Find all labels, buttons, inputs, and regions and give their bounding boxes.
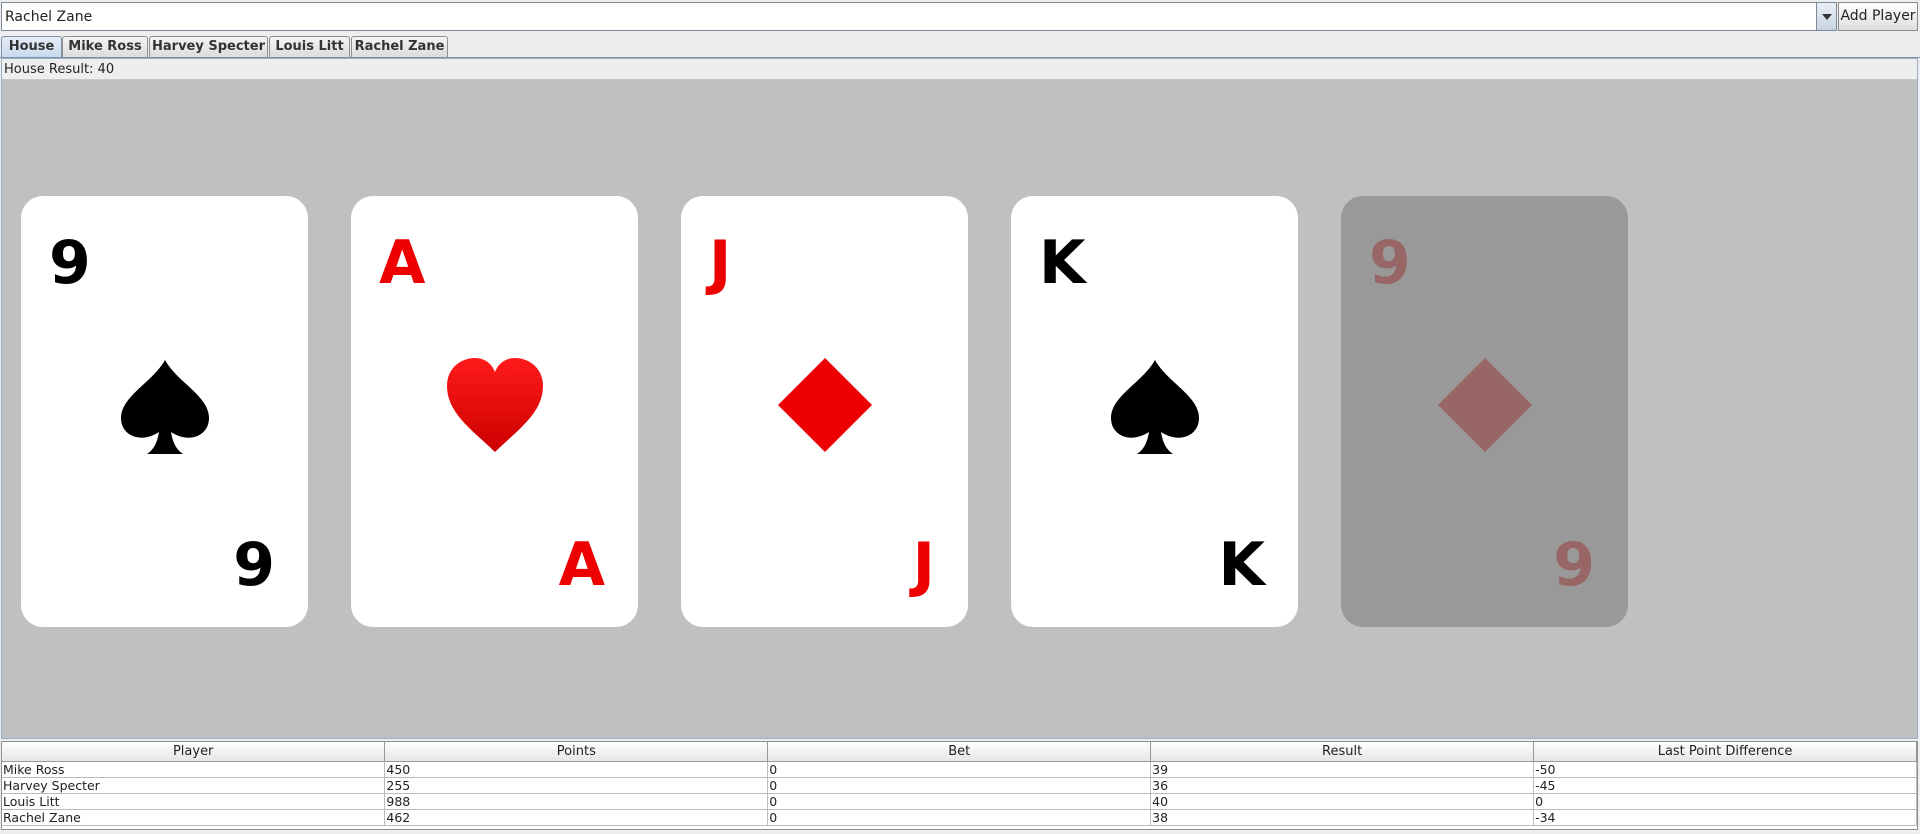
card-rank-bottom: 9	[233, 530, 275, 600]
column-header-player[interactable]: Player	[2, 742, 386, 762]
results-table: Player Points Bet Result Last Point Diff…	[1, 741, 1918, 830]
column-header-points[interactable]: Points	[384, 742, 769, 762]
card-rank-top: 9	[49, 228, 91, 298]
card-king-of-spades: K K	[1011, 196, 1298, 627]
player-select-value: Rachel Zane	[5, 9, 93, 25]
card-ace-of-hearts: A A	[351, 196, 638, 627]
tab-rachel-zane[interactable]: Rachel Zane	[351, 36, 448, 57]
table-row[interactable]: Louis Litt 988 0 40 0	[2, 793, 1917, 810]
cell-player[interactable]: Mike Ross	[2, 761, 386, 778]
house-panel: House Result: 40 9 9 A A J J K K 9 9	[1, 58, 1918, 739]
card-rank-bottom: J	[912, 530, 935, 600]
top-bar: Rachel Zane Add Player	[0, 0, 1920, 34]
tab-bar: House Mike Ross Harvey Specter Louis Lit…	[0, 36, 1920, 58]
table-header-row: Player Points Bet Result Last Point Diff…	[2, 742, 1917, 762]
add-player-button[interactable]: Add Player	[1838, 2, 1918, 31]
heart-icon	[447, 358, 543, 452]
cell-bet[interactable]: 0	[767, 761, 1152, 778]
cell-player[interactable]: Rachel Zane	[2, 809, 386, 826]
column-header-result[interactable]: Result	[1150, 742, 1535, 762]
tab-harvey-specter[interactable]: Harvey Specter	[149, 36, 268, 57]
house-result-bar: House Result: 40	[2, 59, 1917, 80]
cell-points[interactable]: 988	[384, 793, 769, 810]
card-rank-bottom: A	[558, 530, 605, 600]
table-row[interactable]: Rachel Zane 462 0 38 -34	[2, 809, 1917, 826]
cell-player[interactable]: Harvey Specter	[2, 777, 386, 794]
cell-result[interactable]: 38	[1150, 809, 1535, 826]
table-row[interactable]: Mike Ross 450 0 39 -50	[2, 761, 1917, 778]
cell-points[interactable]: 255	[384, 777, 769, 794]
cell-last-point-difference[interactable]: -50	[1533, 761, 1917, 778]
cell-player[interactable]: Louis Litt	[2, 793, 386, 810]
cell-bet[interactable]: 0	[767, 777, 1152, 794]
card-table: 9 9 A A J J K K 9 9	[2, 80, 1917, 738]
tab-mike-ross[interactable]: Mike Ross	[62, 36, 148, 57]
card-jack-of-diamonds: J J	[681, 196, 968, 627]
spade-icon	[121, 360, 209, 454]
cell-last-point-difference[interactable]: 0	[1533, 793, 1917, 810]
cell-bet[interactable]: 0	[767, 793, 1152, 810]
cell-result[interactable]: 36	[1150, 777, 1535, 794]
card-9-of-diamonds-dimmed: 9 9	[1341, 196, 1628, 627]
cell-last-point-difference[interactable]: -34	[1533, 809, 1917, 826]
card-rank-top: K	[1039, 228, 1086, 298]
column-header-last-point-difference[interactable]: Last Point Difference	[1533, 742, 1917, 762]
cell-bet[interactable]: 0	[767, 809, 1152, 826]
cell-points[interactable]: 450	[384, 761, 769, 778]
card-9-of-spades: 9 9	[21, 196, 308, 627]
card-rank-top: A	[379, 228, 426, 298]
chevron-down-icon[interactable]	[1816, 3, 1836, 30]
diamond-icon	[1438, 358, 1532, 452]
cell-result[interactable]: 39	[1150, 761, 1535, 778]
house-result-label: House Result: 40	[4, 62, 115, 77]
card-rank-bottom: K	[1218, 530, 1266, 600]
cell-last-point-difference[interactable]: -45	[1533, 777, 1917, 794]
card-rank-bottom: 9	[1553, 530, 1595, 600]
spade-icon	[1111, 360, 1199, 454]
diamond-icon	[778, 358, 872, 452]
tab-house[interactable]: House	[1, 36, 62, 57]
card-rank-top: J	[709, 228, 732, 298]
card-rank-top: 9	[1369, 228, 1411, 298]
player-select[interactable]: Rachel Zane	[1, 2, 1837, 31]
tab-louis-litt[interactable]: Louis Litt	[269, 36, 350, 57]
table-row[interactable]: Harvey Specter 255 0 36 -45	[2, 777, 1917, 794]
column-header-bet[interactable]: Bet	[767, 742, 1152, 762]
cell-result[interactable]: 40	[1150, 793, 1535, 810]
cell-points[interactable]: 462	[384, 809, 769, 826]
